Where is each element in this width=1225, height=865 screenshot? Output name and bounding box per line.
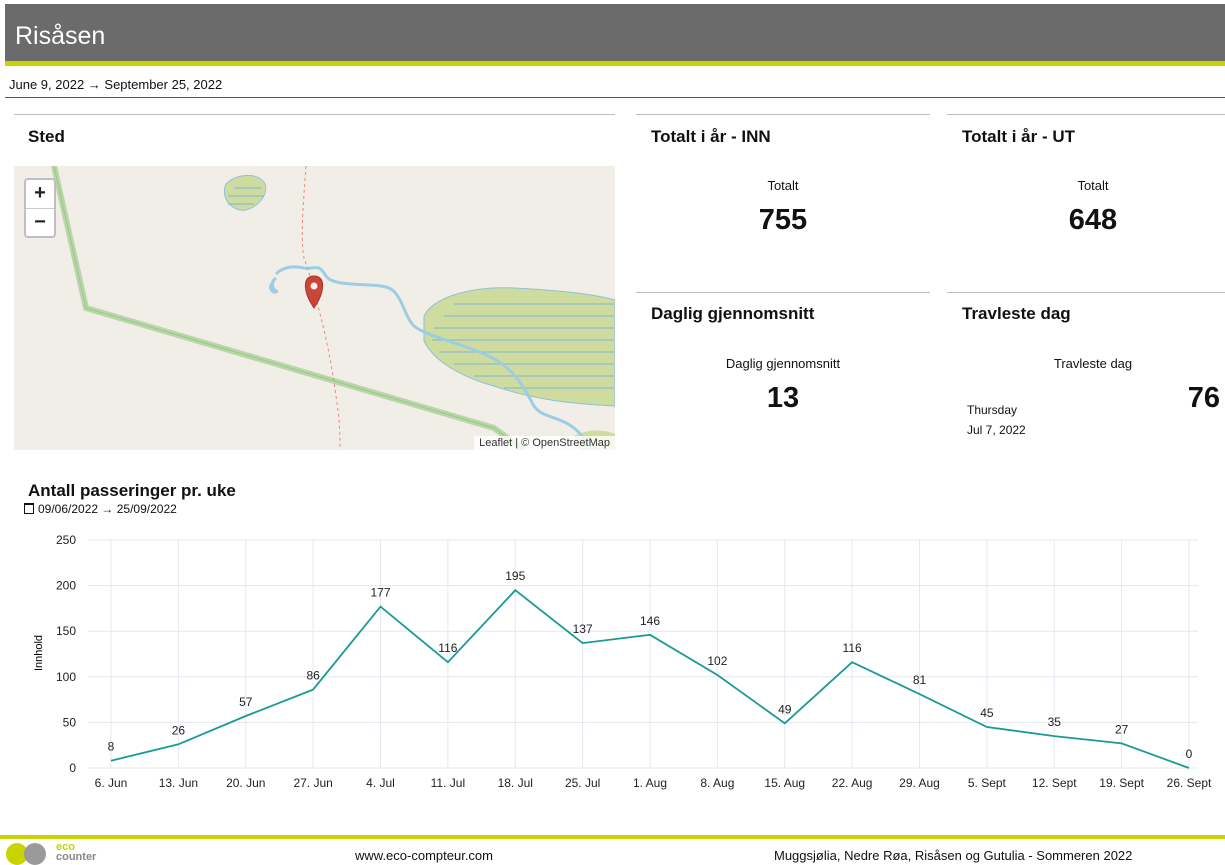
data-label: 116 [438, 641, 457, 655]
divider [636, 292, 930, 293]
weekly-line-chart: 0 50 100 150 200 250 6. Jun 13. Jun 20. Jun 27. … [33, 533, 1212, 790]
kpi-daily-avg-value: 13 [766, 382, 800, 414]
kpi-total-out-label: Totalt [1077, 178, 1109, 193]
y-tick-label: 100 [56, 670, 76, 684]
x-tick-label: 22. Aug [832, 776, 873, 790]
x-tick-label: 29. Aug [899, 776, 940, 790]
chart-title: Antall passeringer pr. uke [28, 481, 236, 500]
kpi-daily-avg-label: Daglig gjennomsnitt [725, 356, 841, 371]
data-label: 57 [239, 695, 253, 709]
data-label: 146 [640, 614, 660, 628]
x-tick-label: 27. Jun [293, 776, 332, 790]
data-label: 27 [1115, 722, 1129, 736]
chart-date-range: 09/06/2022 → 25/09/2022 [24, 502, 177, 516]
kpi-busiest-label: Travleste dag [1053, 356, 1133, 371]
kpi-daily-avg-heading: Daglig gjennomsnitt [651, 304, 815, 323]
footer-caption: Muggsjølia, Nedre Røa, Risåsen og Gutuli… [774, 848, 1133, 863]
kpi-busiest-heading: Travleste dag [962, 304, 1071, 323]
y-tick-label: 250 [56, 533, 76, 547]
zoom-in-button[interactable]: + [26, 180, 54, 209]
kpi-busiest-date: Jul 7, 2022 [967, 423, 1026, 437]
data-label: 86 [306, 669, 320, 683]
map-tiles [51, 166, 615, 450]
kpi-total-in-value: 755 [758, 204, 808, 236]
kpi-busiest-value: 76 [1187, 382, 1220, 414]
logo-text-bottom: counter [56, 851, 97, 863]
x-tick-label: 15. Aug [764, 776, 805, 790]
data-label: 177 [370, 586, 390, 600]
header-bar: Risåsen [5, 4, 1225, 66]
zoom-out-button[interactable]: − [26, 209, 54, 237]
location-heading: Sted [28, 127, 65, 146]
footer-url[interactable]: www.eco-compteur.com [355, 848, 493, 863]
x-tick-label: 26. Sept [1167, 776, 1212, 790]
x-tick-label: 20. Jun [226, 776, 265, 790]
kpi-total-in-label: Totalt [767, 178, 799, 193]
data-label: 0 [1186, 747, 1193, 761]
x-tick-label: 4. Jul [366, 776, 395, 790]
footer-divider [0, 835, 1225, 839]
y-axis-label: Innhold [33, 635, 45, 671]
x-tick-label: 6. Jun [95, 776, 128, 790]
data-label: 45 [980, 706, 994, 720]
x-tick-label: 8. Aug [700, 776, 734, 790]
page-title: Risåsen [15, 22, 106, 50]
data-label: 26 [172, 723, 186, 737]
data-label: 195 [505, 569, 525, 583]
kpi-total-out-value: 648 [1068, 204, 1118, 236]
location-marker-icon [304, 275, 324, 309]
x-tick-label: 19. Sept [1099, 776, 1144, 790]
data-label: 49 [778, 702, 792, 716]
y-tick-label: 200 [56, 579, 76, 593]
data-label: 8 [108, 740, 115, 754]
x-tick-label: 12. Sept [1032, 776, 1077, 790]
location-map[interactable]: + − Leaflet | © OpenStreetMap [14, 166, 615, 450]
data-label: 81 [913, 673, 927, 687]
date-range: June 9, 2022 → September 25, 2022 [9, 77, 223, 92]
y-tick-label: 0 [69, 761, 76, 775]
x-tick-label: 5. Sept [968, 776, 1007, 790]
data-label: 116 [843, 641, 862, 655]
x-tick-label: 18. Jul [498, 776, 533, 790]
eco-counter-logo: eco counter [6, 841, 126, 865]
x-tick-label: 11. Jul [431, 776, 465, 790]
kpi-total-in-heading: Totalt i år - INN [651, 127, 771, 146]
zoom-control: + − [24, 178, 56, 238]
data-label: 102 [707, 654, 727, 668]
calendar-icon [24, 503, 34, 514]
x-tick-label: 1. Aug [633, 776, 667, 790]
kpi-total-out-heading: Totalt i år - UT [962, 127, 1076, 146]
divider [14, 114, 615, 115]
divider [947, 114, 1225, 115]
data-label: 137 [573, 622, 593, 636]
logo-mark-icon [24, 843, 46, 865]
data-label: 35 [1048, 715, 1062, 729]
x-tick-label: 25. Jul [565, 776, 600, 790]
x-tick-label: 13. Jun [159, 776, 198, 790]
divider [636, 114, 930, 115]
y-tick-label: 150 [56, 624, 76, 638]
y-tick-label: 50 [63, 715, 77, 729]
kpi-busiest-weekday: Thursday [967, 403, 1018, 417]
map-attribution[interactable]: Leaflet | © OpenStreetMap [474, 436, 615, 450]
divider [947, 292, 1225, 293]
divider [5, 97, 1225, 98]
